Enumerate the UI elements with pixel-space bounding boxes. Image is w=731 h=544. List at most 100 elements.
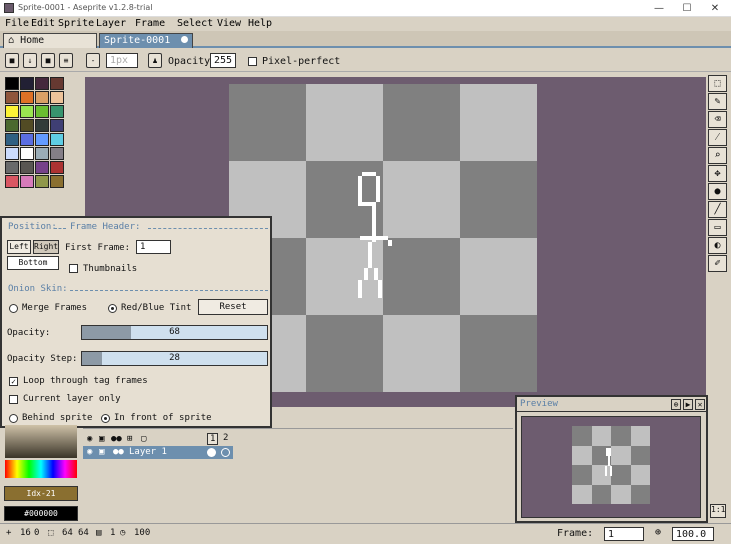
palette-swatch[interactable] [5,105,19,118]
brush-type-icon[interactable]: ↓ [23,53,37,68]
palette-swatch[interactable] [50,161,64,174]
pencil-tool-icon[interactable]: ✎ [708,93,727,110]
palette-swatch[interactable] [5,119,19,132]
loop-tag-frames-checkbox[interactable]: ✓ [9,377,18,386]
palette-swatch[interactable] [50,91,64,104]
palette-swatch[interactable] [35,161,49,174]
palette-swatch[interactable] [50,147,64,160]
tab-home[interactable]: ⌂ Home [3,33,97,48]
lock-layer-icon[interactable]: ▣ [99,434,104,444]
in-front-of-sprite-radio[interactable] [101,414,110,423]
palette-swatch[interactable] [50,175,64,188]
cel-2-icon[interactable] [221,448,230,457]
add-layer-icon[interactable]: ▢ [141,434,146,444]
layer-name[interactable]: Layer 1 [129,447,167,457]
menu-select[interactable]: Select [177,18,213,29]
palette-swatch[interactable] [35,175,49,188]
palette-swatch[interactable] [5,133,19,146]
eraser-tool-icon[interactable]: ⌫ [708,111,727,128]
palette-swatch[interactable] [5,161,19,174]
palette-swatch[interactable] [5,91,19,104]
palette-swatch[interactable] [20,147,34,160]
palette-swatch[interactable] [5,175,19,188]
move-tool-icon[interactable]: ✥ [708,165,727,182]
palette-swatch[interactable] [20,119,34,132]
rectangle-tool-icon[interactable]: ▭ [708,219,727,236]
onion-toggle-icon[interactable]: ●● [111,434,122,444]
palette-swatch[interactable] [35,119,49,132]
palette-swatch[interactable] [20,105,34,118]
position-right-button[interactable]: Right [33,240,59,254]
palette-swatch[interactable] [50,133,64,146]
zoom-1to1-button[interactable]: 1:1 [710,504,726,518]
palette-swatch[interactable] [50,105,64,118]
zoom-input[interactable]: 100.0 [672,527,714,541]
palette-swatch[interactable] [5,77,19,90]
hue-bar[interactable] [5,460,77,478]
cel-1-icon[interactable] [207,448,216,457]
blur-tool-icon[interactable]: ✐ [708,255,727,272]
thumbnails-checkbox[interactable] [69,264,78,273]
position-bottom-button[interactable]: Bottom [7,256,59,270]
preview-play-icon[interactable]: ▶ [683,399,693,410]
palette-swatch[interactable] [20,175,34,188]
palette-swatch[interactable] [50,77,64,90]
marquee-tool-icon[interactable]: ⬚ [708,75,727,92]
tab-sprite[interactable]: Sprite-0001 [99,33,193,48]
palette-swatch[interactable] [50,119,64,132]
line-tool-icon[interactable]: ╱ [708,201,727,218]
shade-box[interactable] [5,425,77,458]
menu-view[interactable]: View [217,18,241,29]
frame-header-2[interactable]: 2 [221,433,230,443]
preview-close-icon[interactable]: ✕ [695,399,705,410]
brush-menu-icon[interactable]: ≡ [59,53,73,68]
palette-swatch[interactable] [35,77,49,90]
behind-sprite-radio[interactable] [9,414,18,423]
pixel-perfect-checkbox[interactable] [248,57,257,66]
palette-swatch[interactable] [20,91,34,104]
menu-layer[interactable]: Layer [96,18,126,29]
minimize-button[interactable]: — [647,2,671,15]
fill-tool-icon[interactable]: ● [708,183,727,200]
first-frame-input[interactable]: 1 [136,240,171,254]
menu-sprite[interactable]: Sprite [58,18,94,29]
eyedropper-tool-icon[interactable]: ⁄ [708,129,727,146]
palette-swatch[interactable] [5,147,19,160]
preview-menu-icon[interactable]: ⊕ [671,399,681,410]
palette-swatch[interactable] [20,77,34,90]
menu-file[interactable]: File [5,18,29,29]
palette-swatch[interactable] [20,161,34,174]
layer-continuous-icon[interactable]: ●● [113,447,124,457]
frame-input[interactable]: 1 [604,527,644,541]
lock-icon[interactable]: ■ [5,53,19,68]
brush-square-icon[interactable]: ■ [41,53,55,68]
layer-lock-icon[interactable]: ▣ [99,447,104,457]
brush-size-input[interactable]: 1px [106,53,138,68]
red-blue-tint-radio[interactable] [108,304,117,313]
menu-frame[interactable]: Frame [135,18,165,29]
layer-visibility-icon[interactable]: ◉ [87,447,92,457]
palette-swatch[interactable] [35,147,49,160]
zoom-dropdown-icon[interactable]: ⊕ [655,527,661,538]
maximize-button[interactable]: ☐ [675,2,699,15]
menu-edit[interactable]: Edit [31,18,55,29]
sprite-canvas[interactable] [229,84,537,392]
contour-tool-icon[interactable]: ◐ [708,237,727,254]
close-window-button[interactable]: ✕ [703,2,727,15]
merge-frames-radio[interactable] [9,304,18,313]
visibility-icon[interactable]: ◉ [87,434,92,444]
palette-swatch[interactable] [35,105,49,118]
opacity-input[interactable]: 255 [210,53,236,68]
ink-type-icon[interactable]: ♟ [148,53,162,68]
position-left-button[interactable]: Left [7,240,31,254]
color-spectrum[interactable] [5,425,77,480]
tab-modified-dot-icon[interactable] [181,36,188,43]
background-color-button[interactable]: #000000 [4,506,78,521]
layer-row[interactable]: ◉ ▣ ●● Layer 1 [83,446,233,459]
menu-help[interactable]: Help [248,18,272,29]
brush-size-minus-icon[interactable]: - [86,53,100,68]
palette-swatch[interactable] [20,133,34,146]
palette-swatch[interactable] [35,133,49,146]
current-layer-only-checkbox[interactable] [9,395,18,404]
opacity-slider[interactable]: 68 [81,325,268,340]
